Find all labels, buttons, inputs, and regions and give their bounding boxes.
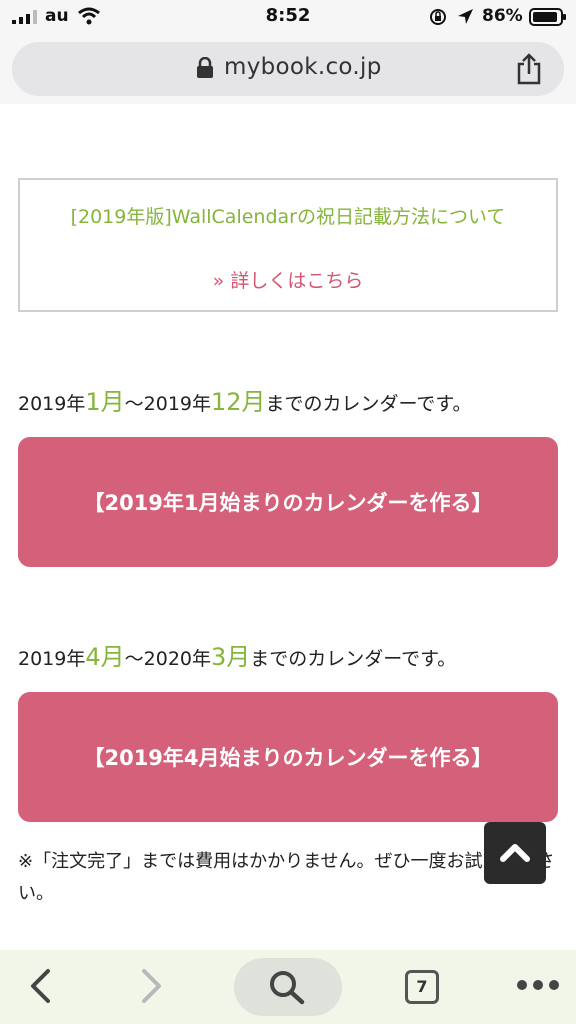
back-icon[interactable] [28, 968, 52, 1004]
calendar-range-text: 2019年4月～2020年3月までのカレンダーです。 [18, 643, 457, 671]
more-icon[interactable] [516, 978, 560, 992]
notice-box: [2019年版]WallCalendarの祝日記載方法について » 詳しくはこち… [18, 178, 558, 312]
url-text[interactable]: mybook.co.jp [224, 54, 382, 80]
battery-percent: 86% [482, 6, 523, 26]
create-calendar-jan-button[interactable]: 【2019年1月始まりのカレンダーを作る】 [18, 437, 558, 567]
share-icon[interactable] [515, 53, 543, 85]
browser-toolbar: 7 [0, 950, 576, 1024]
orientation-lock-icon [430, 9, 446, 25]
search-icon [270, 971, 305, 1005]
calendar-range-text: 2019年1月～2019年12月までのカレンダーです。 [18, 388, 472, 416]
forward-icon[interactable] [140, 968, 164, 1004]
status-bar: au 8:52 86% [0, 0, 576, 34]
battery-icon [529, 8, 566, 26]
browser-address-area: mybook.co.jp [0, 34, 576, 104]
search-button[interactable] [234, 958, 342, 1016]
footnote: ※「注文完了」までは費用はかかりません。ぜひ一度お試しください。 [18, 851, 555, 904]
notice-title[interactable]: [2019年版]WallCalendarの祝日記載方法について [34, 200, 542, 234]
location-icon [458, 9, 473, 24]
notice-details-link[interactable]: » 詳しくはこちら [20, 266, 556, 293]
address-bar[interactable]: mybook.co.jp [12, 42, 564, 96]
chevron-up-icon [500, 844, 530, 862]
create-calendar-apr-button[interactable]: 【2019年4月始まりのカレンダーを作る】 [18, 692, 558, 822]
tabs-button[interactable]: 7 [405, 970, 439, 1004]
lock-icon [197, 57, 213, 78]
page-content: [2019年版]WallCalendarの祝日記載方法について » 詳しくはこち… [0, 104, 576, 950]
scroll-to-top-button[interactable] [484, 822, 546, 884]
